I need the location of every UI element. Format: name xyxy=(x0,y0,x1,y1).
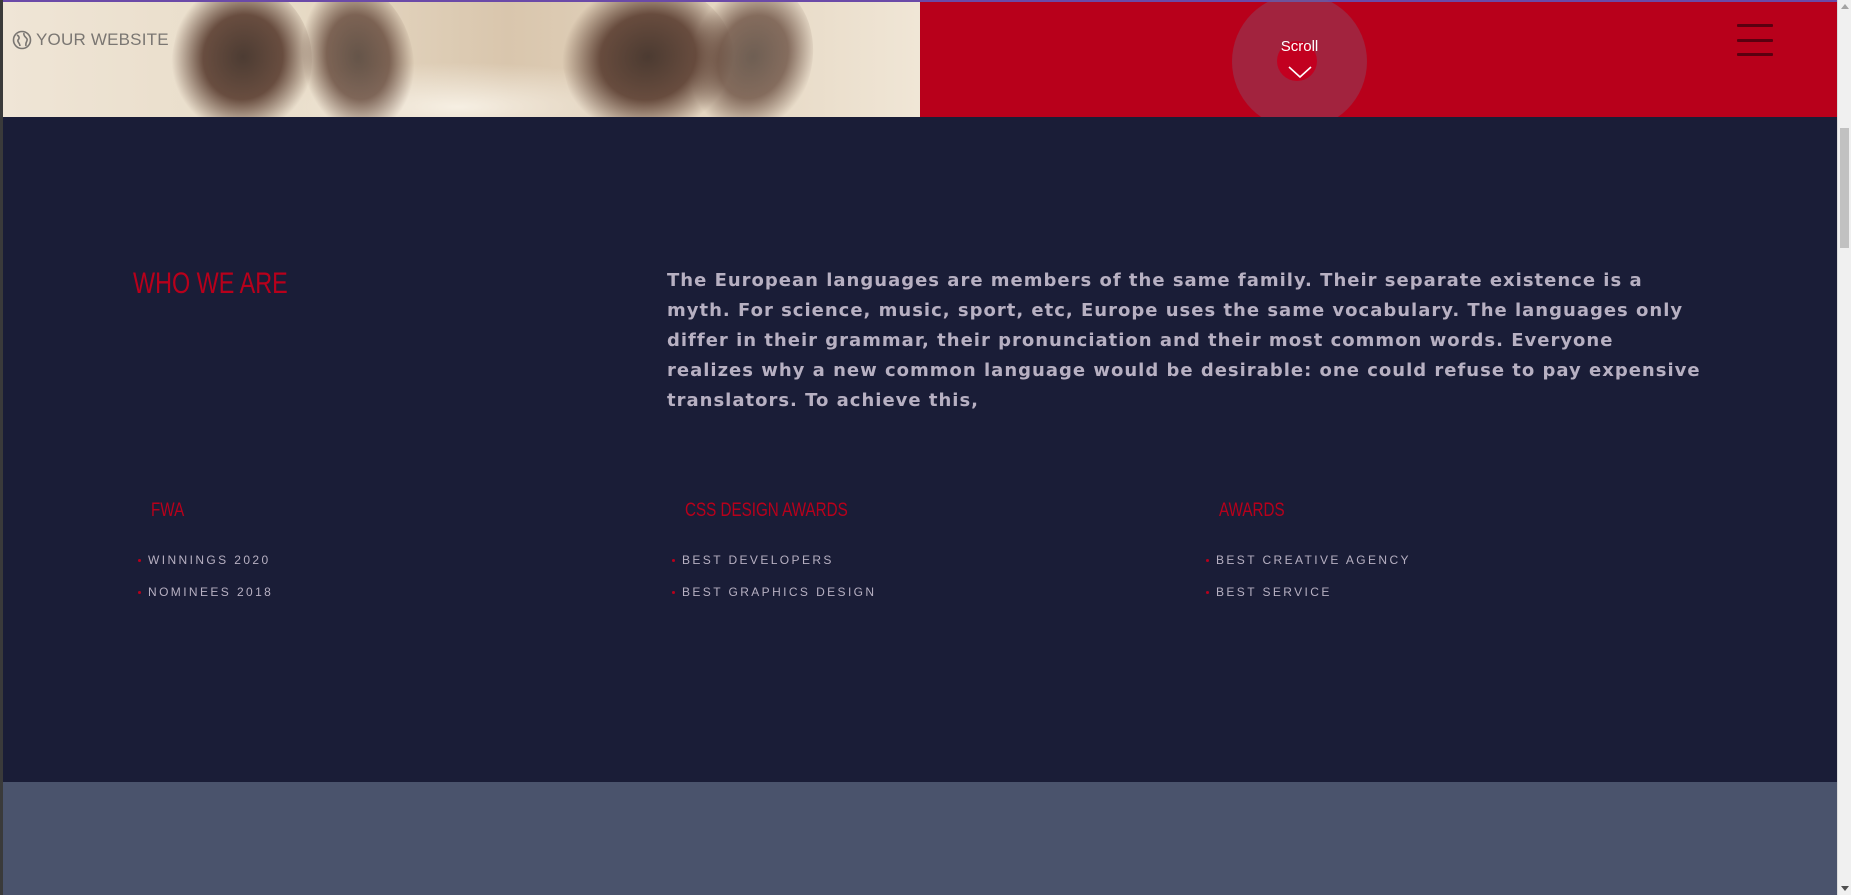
award-item-label: BEST CREATIVE AGENCY xyxy=(1216,553,1411,567)
award-item: WINNINGS 2020 xyxy=(138,544,578,576)
left-border xyxy=(0,0,3,895)
section-title: WHO WE ARE xyxy=(133,267,288,300)
next-section xyxy=(3,782,1837,895)
award-item: BEST GRAPHICS DESIGN xyxy=(672,576,1112,608)
award-column-css-design-awards: CSS DESIGN AWARDS BEST DEVELOPERS BEST G… xyxy=(672,500,1112,608)
award-item-label: BEST GRAPHICS DESIGN xyxy=(682,585,877,599)
award-column-title: FWA xyxy=(151,500,185,521)
menu-bar xyxy=(1737,24,1773,27)
bullet-icon xyxy=(1206,590,1209,594)
award-item: NOMINEES 2018 xyxy=(138,576,578,608)
award-column-title: AWARDS xyxy=(1219,500,1285,521)
award-item: BEST CREATIVE AGENCY xyxy=(1206,544,1646,576)
vertical-scrollbar[interactable] xyxy=(1837,0,1851,895)
photo-hair xyxy=(293,2,423,117)
award-item-label: BEST DEVELOPERS xyxy=(682,553,834,567)
about-section: WHO WE ARE The European languages are me… xyxy=(3,117,1837,782)
bullet-icon xyxy=(1206,558,1209,562)
chevron-down-icon xyxy=(1288,66,1312,79)
bullet-icon xyxy=(672,590,675,594)
menu-bar xyxy=(1737,53,1773,56)
award-item: BEST DEVELOPERS xyxy=(672,544,1112,576)
hero-photo xyxy=(3,2,920,117)
menu-bar xyxy=(1737,38,1773,42)
bullet-icon xyxy=(138,590,141,594)
scroll-button[interactable]: Scroll xyxy=(1232,0,1367,129)
award-list: BEST DEVELOPERS BEST GRAPHICS DESIGN xyxy=(672,544,1112,608)
scroll-label: Scroll xyxy=(1280,38,1319,55)
globe-icon xyxy=(12,30,32,50)
award-item-label: NOMINEES 2018 xyxy=(148,585,274,599)
award-column-title: CSS DESIGN AWARDS xyxy=(685,500,848,521)
intro-paragraph: The European languages are members of th… xyxy=(667,270,1701,411)
scrollbar-thumb[interactable] xyxy=(1840,128,1849,248)
logo-text: YOUR WEBSITE xyxy=(36,30,169,49)
award-column-awards: AWARDS BEST CREATIVE AGENCY BEST SERVICE xyxy=(1206,500,1646,608)
page: YOUR WEBSITE Scroll WHO WE ARE The Europ… xyxy=(0,0,1851,895)
hamburger-menu-icon[interactable] xyxy=(1737,24,1775,56)
award-list: WINNINGS 2020 NOMINEES 2018 xyxy=(138,544,578,608)
scroll-up-arrow-icon[interactable] xyxy=(1841,4,1849,9)
bullet-icon xyxy=(672,558,675,562)
award-item-label: BEST SERVICE xyxy=(1216,585,1332,599)
site-logo[interactable]: YOUR WEBSITE xyxy=(12,28,169,52)
bullet-icon xyxy=(138,558,141,562)
scroll-down-arrow-icon[interactable] xyxy=(1841,886,1849,891)
award-item-label: WINNINGS 2020 xyxy=(148,553,271,567)
hero-red-panel xyxy=(920,2,1837,117)
award-item: BEST SERVICE xyxy=(1206,576,1646,608)
award-list: BEST CREATIVE AGENCY BEST SERVICE xyxy=(1206,544,1646,608)
award-column-fwa: FWA WINNINGS 2020 NOMINEES 2018 xyxy=(138,500,578,608)
